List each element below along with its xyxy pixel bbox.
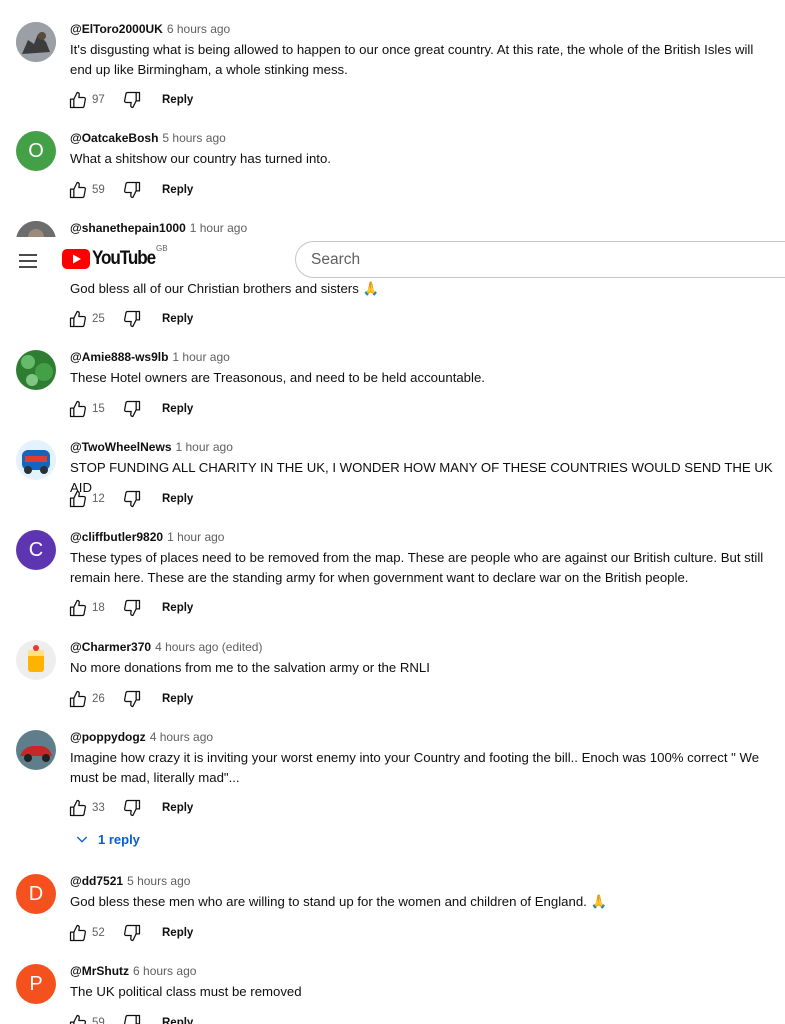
replies-count: 1 reply [98, 831, 140, 847]
avatar[interactable] [16, 730, 56, 770]
thumbs-up-icon[interactable] [68, 399, 88, 419]
comment-text: Imagine how crazy it is inviting your wo… [70, 750, 760, 785]
avatar[interactable]: D [16, 874, 56, 914]
reply-button[interactable]: Reply [162, 184, 193, 196]
avatar[interactable] [16, 22, 56, 62]
thumbs-down-icon[interactable] [122, 1013, 142, 1024]
thumbs-down-icon[interactable] [122, 798, 142, 818]
thumbs-up-icon[interactable] [68, 923, 88, 943]
comment-author[interactable]: @OatcakeBosh [70, 131, 158, 145]
thumbs-down-icon[interactable] [122, 689, 142, 709]
comment-text: These types of places need to be removed… [70, 550, 764, 585]
search-input[interactable]: Search [295, 241, 785, 278]
thumbs-up-icon[interactable] [68, 1013, 88, 1024]
comment-time[interactable]: 5 hours ago [127, 874, 190, 888]
comment-author[interactable]: @cliffbutler9820 [70, 530, 163, 544]
reply-button[interactable]: Reply [162, 493, 193, 505]
thumbs-up-icon[interactable] [68, 309, 88, 329]
comment-time[interactable]: 4 hours ago (edited) [155, 640, 262, 654]
like-count: 52 [92, 927, 105, 939]
reply-button[interactable]: Reply [162, 1017, 193, 1024]
thumbs-down-icon[interactable] [122, 598, 142, 618]
masthead: YouTube GB Search [0, 237, 785, 281]
comment-time[interactable]: 1 hour ago [190, 221, 247, 235]
like-count: 25 [92, 313, 105, 325]
like-count: 26 [92, 693, 105, 705]
thumbs-down-icon[interactable] [122, 923, 142, 943]
reply-button[interactable]: Reply [162, 927, 193, 939]
hamburger-menu-icon[interactable] [16, 249, 40, 273]
comment-author[interactable]: @TwoWheelNews [70, 440, 172, 454]
comment-time[interactable]: 4 hours ago [150, 730, 213, 744]
thumbs-down-icon[interactable] [122, 489, 142, 509]
comment-text: God bless these men who are willing to s… [70, 894, 607, 909]
reply-button[interactable]: Reply [162, 602, 193, 614]
comment-time[interactable]: 5 hours ago [162, 131, 225, 145]
comment-time[interactable]: 6 hours ago [133, 964, 196, 978]
comment-time[interactable]: 1 hour ago [176, 440, 233, 454]
comment-text: What a shitshow our country has turned i… [70, 151, 331, 166]
comment-author[interactable]: @Amie888-ws9lb [70, 350, 168, 364]
comment-time[interactable]: 6 hours ago [167, 22, 230, 36]
comment-time[interactable]: 1 hour ago [167, 530, 224, 544]
comment-author[interactable]: @ElToro2000UK [70, 22, 163, 36]
like-count: 12 [92, 493, 105, 505]
avatar[interactable]: O [16, 131, 56, 171]
youtube-logo[interactable]: YouTube [62, 247, 162, 271]
like-count: 59 [92, 184, 105, 196]
like-count: 15 [92, 403, 105, 415]
thumbs-up-icon[interactable] [68, 489, 88, 509]
like-count: 18 [92, 602, 105, 614]
reply-button[interactable]: Reply [162, 802, 193, 814]
chevron-down-icon [76, 836, 88, 843]
avatar[interactable]: C [16, 530, 56, 570]
like-count: 59 [92, 1017, 105, 1024]
comment-time[interactable]: 1 hour ago [172, 350, 229, 364]
comment-author[interactable]: @MrShutz [70, 964, 129, 978]
thumbs-down-icon[interactable] [122, 90, 142, 110]
avatar[interactable] [16, 640, 56, 680]
comment-author[interactable]: @shanethepain1000 [70, 221, 186, 235]
comment-text: The UK political class must be removed [70, 984, 302, 999]
comment-author[interactable]: @Charmer370 [70, 640, 151, 654]
comment-text: No more donations from me to the salvati… [70, 660, 430, 675]
like-count: 33 [92, 802, 105, 814]
thumbs-down-icon[interactable] [122, 309, 142, 329]
thumbs-up-icon[interactable] [68, 180, 88, 200]
comment-author[interactable]: @poppydogz [70, 730, 146, 744]
reply-button[interactable]: Reply [162, 403, 193, 415]
thumbs-up-icon[interactable] [68, 598, 88, 618]
comment-text: God bless all of our Christian brothers … [70, 281, 379, 296]
view-replies-button[interactable]: 1 reply [74, 831, 140, 847]
avatar[interactable] [16, 350, 56, 390]
comment-text: It's disgusting what is being allowed to… [70, 42, 754, 77]
thumbs-down-icon[interactable] [122, 399, 142, 419]
youtube-play-icon [62, 249, 90, 269]
comment-author[interactable]: @dd7521 [70, 874, 123, 888]
thumbs-up-icon[interactable] [68, 689, 88, 709]
region-code: GB [156, 244, 168, 253]
thumbs-down-icon[interactable] [122, 180, 142, 200]
comment-text: These Hotel owners are Treasonous, and n… [70, 370, 485, 385]
reply-button[interactable]: Reply [162, 693, 193, 705]
logo-text: YouTube [92, 248, 156, 269]
thumbs-up-icon[interactable] [68, 798, 88, 818]
thumbs-up-icon[interactable] [68, 90, 88, 110]
avatar[interactable]: P [16, 964, 56, 1004]
reply-button[interactable]: Reply [162, 94, 193, 106]
like-count: 97 [92, 94, 105, 106]
reply-button[interactable]: Reply [162, 313, 193, 325]
avatar[interactable] [16, 440, 56, 480]
